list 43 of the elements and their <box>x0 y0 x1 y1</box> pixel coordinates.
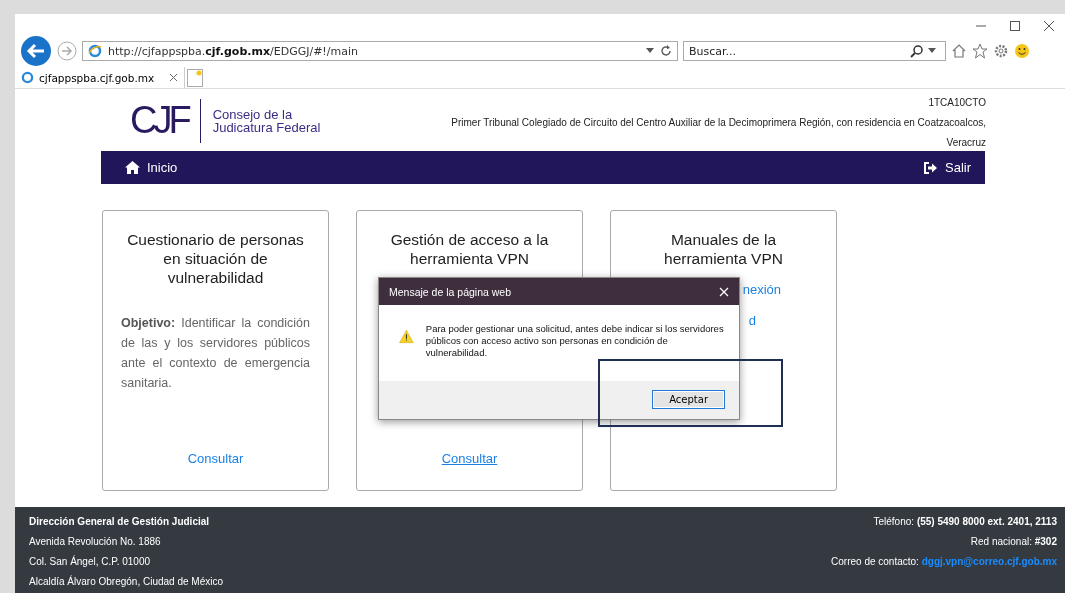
footer-text: Alcaldía Álvaro Obregón, Ciudad de México <box>29 574 223 589</box>
star-icon[interactable] <box>972 43 988 59</box>
consult-link[interactable]: Consultar <box>187 451 244 466</box>
court-name: Primer Tribunal Colegiado de Circuito del Centro Auxiliar de la Decimoprimera Región, con residencia en Coatzacoalcos, <box>451 116 986 130</box>
maximize-icon[interactable] <box>1009 20 1021 32</box>
footer-text: Avenida Revolución No. 1886 <box>29 535 162 549</box>
card-title: Cuestionario de personas en situación de vulnerabilidad <box>126 230 305 287</box>
logo-text: Judicatura Federal <box>212 120 321 134</box>
smiley-icon[interactable] <box>1014 43 1030 59</box>
logout-icon <box>924 161 938 174</box>
refresh-icon[interactable] <box>660 45 672 57</box>
back-button[interactable] <box>20 35 52 67</box>
close-icon[interactable] <box>1043 20 1055 32</box>
dialog-message: Para poder gestionar una solicitud, antes debe indicar si los servidores públicos con acceso activo son personas en condición de vulnerabilidad. <box>425 323 725 359</box>
browser-logo-icon <box>21 71 34 84</box>
court-name: Veracruz <box>946 136 986 150</box>
card-title: Gestión de acceso a la herramienta VPN <box>389 230 550 268</box>
card-title: Manuales de la herramienta VPN <box>663 230 784 268</box>
card-description: Objetivo: Identificar la condición de las y los servidores públicos ante el contexto de emergencia sanitaria. <box>121 315 310 392</box>
logo-text: Consejo de la <box>212 107 294 121</box>
home-icon[interactable] <box>951 43 967 59</box>
browser-tab[interactable]: cjfappspba.cjf.gob.mx <box>15 67 185 88</box>
footer-text: Col. San Ángel, C.P. 01000 <box>29 554 151 569</box>
search-field[interactable]: Buscar... <box>683 41 946 61</box>
close-icon[interactable] <box>169 73 178 82</box>
address-bar[interactable]: http://cjfappspba.cjf.gob.mx/EDGGJ/#!/main <box>82 41 678 61</box>
consult-link[interactable]: Consultar <box>441 451 498 466</box>
footer-text: Correo de contacto: dggj.vpn@correo.cjf.gob.mx <box>831 555 1057 569</box>
footer-text: Teléfono: (55) 5490 8000 ext. 2401, 2113 <box>873 515 1057 529</box>
court-code: 1TCA10CTO <box>928 96 986 110</box>
logo-mark: CJF <box>130 99 188 142</box>
manual-link[interactable]: d <box>748 313 756 328</box>
footer-text: Red nacional: #302 <box>970 535 1057 549</box>
logout-link[interactable]: Salir <box>924 160 971 175</box>
manual-link[interactable]: nexión <box>742 282 781 297</box>
footer-text: Dirección General de Gestión Judicial <box>29 515 211 529</box>
dialog-title: Mensaje de la página web <box>389 285 511 298</box>
home-icon <box>125 161 140 174</box>
browser-logo-icon <box>88 44 102 58</box>
home-link[interactable]: Inicio <box>125 160 178 175</box>
settings-icon[interactable] <box>993 43 1009 59</box>
dropdown-icon[interactable] <box>646 48 654 54</box>
accept-button[interactable]: Aceptar <box>652 390 725 409</box>
